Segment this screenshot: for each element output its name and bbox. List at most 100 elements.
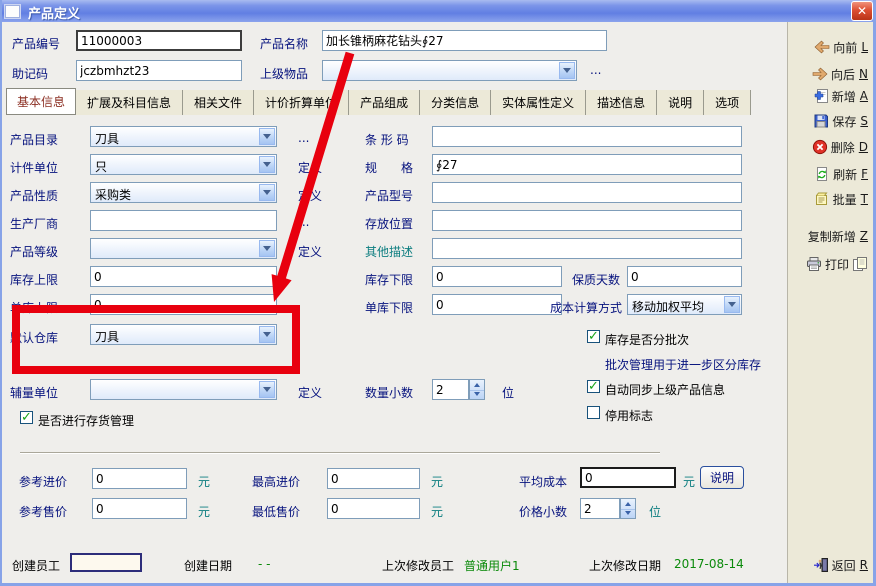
tab-计价折算单位[interactable]: 计价折算单位: [254, 90, 349, 115]
sidebar-button-N[interactable]: 向后N: [812, 65, 868, 83]
tab-实体属性定义[interactable]: 实体属性定义: [491, 90, 586, 115]
chevron-down-icon[interactable]: [559, 62, 575, 79]
stock-upper-label: 库存上限: [10, 271, 58, 288]
tab-相关文件[interactable]: 相关文件: [183, 90, 254, 115]
manufacturer-input[interactable]: [90, 210, 277, 231]
other-desc-input[interactable]: [432, 238, 742, 259]
nav-back-icon: [814, 39, 830, 55]
new-icon: [813, 88, 829, 104]
parent-item-more-button[interactable]: ...: [590, 63, 601, 77]
barcode-input[interactable]: [432, 126, 742, 147]
stock-lower-input[interactable]: [432, 266, 562, 287]
bin-upper-input[interactable]: [90, 294, 277, 315]
ref-purchase-input[interactable]: [92, 468, 187, 489]
chevron-down-icon[interactable]: [259, 184, 275, 201]
sidebar-button-S[interactable]: 保存S: [813, 112, 868, 130]
action-sidebar: 向前L 向后N 新增A 保存S 删除D 刷新F 批量T 复制新增Z 打印返回R: [787, 22, 873, 583]
ref-purchase-unit: 元: [198, 473, 210, 490]
unit-select[interactable]: 只: [90, 154, 277, 175]
tab-说明[interactable]: 说明: [657, 90, 704, 115]
sidebar-button-打印[interactable]: 打印: [806, 255, 868, 273]
tab-产品组成[interactable]: 产品组成: [349, 90, 420, 115]
location-input[interactable]: [432, 210, 742, 231]
mnemonic-input[interactable]: [76, 60, 242, 81]
ref-sale-label: 参考售价: [19, 503, 67, 520]
chevron-down-icon[interactable]: [259, 156, 275, 173]
stock-upper-input[interactable]: [90, 266, 277, 287]
default-warehouse-select[interactable]: 刀具: [90, 324, 277, 345]
default-warehouse-label: 默认仓库: [10, 329, 58, 346]
ref-sale-unit: 元: [198, 503, 210, 520]
spinner-down-icon[interactable]: [470, 390, 484, 400]
parent-item-select[interactable]: [322, 60, 577, 81]
unit-define-link[interactable]: 定义: [298, 159, 322, 176]
avg-cost-input[interactable]: [580, 467, 676, 488]
nature-select[interactable]: 采购类: [90, 182, 277, 203]
manufacturer-more-button[interactable]: ...: [298, 215, 309, 229]
creator-label: 创建员工: [12, 557, 60, 574]
model-input[interactable]: [432, 182, 742, 203]
bin-lower-input[interactable]: [432, 294, 562, 315]
product-code-input[interactable]: [76, 30, 242, 51]
catalog-more-button[interactable]: ...: [298, 131, 309, 145]
chevron-down-icon[interactable]: [259, 240, 275, 257]
location-label: 存放位置: [365, 215, 413, 232]
disable-checkbox[interactable]: [587, 406, 600, 419]
spinner-down-icon[interactable]: [621, 509, 635, 519]
sync-checkbox[interactable]: ✓: [587, 380, 600, 393]
aux-unit-select[interactable]: [90, 379, 277, 400]
sidebar-button-F[interactable]: 刷新F: [814, 165, 868, 183]
sidebar-button-T[interactable]: 批量T: [814, 190, 868, 208]
grade-label: 产品等级: [10, 243, 58, 260]
tab-选项[interactable]: 选项: [704, 90, 751, 115]
shelf-days-input[interactable]: [627, 266, 742, 287]
catalog-select[interactable]: 刀具: [90, 126, 277, 147]
price-decimal-input[interactable]: [580, 498, 620, 519]
cost-method-select[interactable]: 移动加权平均: [627, 294, 742, 315]
cost-method-label: 成本计算方式: [550, 299, 622, 316]
chevron-down-icon[interactable]: [259, 381, 275, 398]
inventory-mgmt-checkbox[interactable]: ✓: [20, 411, 33, 424]
creator-input[interactable]: [70, 553, 142, 572]
sidebar-button-Z[interactable]: 复制新增Z: [808, 227, 868, 245]
price-decimal-stepper[interactable]: [620, 498, 636, 519]
qty-decimal-input[interactable]: [432, 379, 469, 400]
sync-label: 自动同步上级产品信息: [605, 381, 725, 398]
nature-define-link[interactable]: 定义: [298, 187, 322, 204]
disable-label: 停用标志: [605, 407, 653, 424]
chevron-down-icon[interactable]: [259, 128, 275, 145]
grade-define-link[interactable]: 定义: [298, 243, 322, 260]
close-button[interactable]: ✕: [851, 1, 873, 21]
sidebar-button-A[interactable]: 新增A: [813, 87, 868, 105]
spec-input[interactable]: [432, 154, 742, 175]
batch-checkbox[interactable]: ✓: [587, 330, 600, 343]
sidebar-button-R[interactable]: 返回R: [813, 556, 868, 574]
delete-icon: [812, 139, 828, 155]
parent-item-label: 上级物品: [260, 65, 308, 82]
chevron-down-icon[interactable]: [724, 296, 740, 313]
chevron-down-icon[interactable]: [259, 326, 275, 343]
batch-label: 库存是否分批次: [605, 331, 689, 348]
sidebar-button-D[interactable]: 删除D: [812, 138, 868, 156]
max-purchase-label: 最高进价: [252, 473, 300, 490]
product-name-input[interactable]: [322, 30, 607, 51]
qty-decimal-stepper[interactable]: [469, 379, 485, 400]
catalog-label: 产品目录: [10, 131, 58, 148]
tab-分类信息[interactable]: 分类信息: [420, 90, 491, 115]
barcode-label: 条 形 码: [365, 131, 409, 148]
grade-select[interactable]: [90, 238, 277, 259]
avg-cost-note-button[interactable]: 说明: [700, 466, 744, 489]
ref-sale-input[interactable]: [92, 498, 187, 519]
max-purchase-input[interactable]: [327, 468, 420, 489]
sidebar-button-L[interactable]: 向前L: [814, 38, 868, 56]
window-icon: [4, 4, 21, 19]
tab-基本信息[interactable]: 基本信息: [6, 88, 76, 115]
modified-label: 上次修改日期: [589, 557, 661, 574]
tab-扩展及科目信息[interactable]: 扩展及科目信息: [76, 90, 183, 115]
price-decimal-label: 价格小数: [519, 503, 567, 520]
batch-icon: [814, 191, 830, 207]
avg-cost-unit: 元: [683, 473, 695, 490]
tab-描述信息[interactable]: 描述信息: [586, 90, 657, 115]
aux-unit-define-link[interactable]: 定义: [298, 384, 322, 401]
min-sale-input[interactable]: [327, 498, 420, 519]
